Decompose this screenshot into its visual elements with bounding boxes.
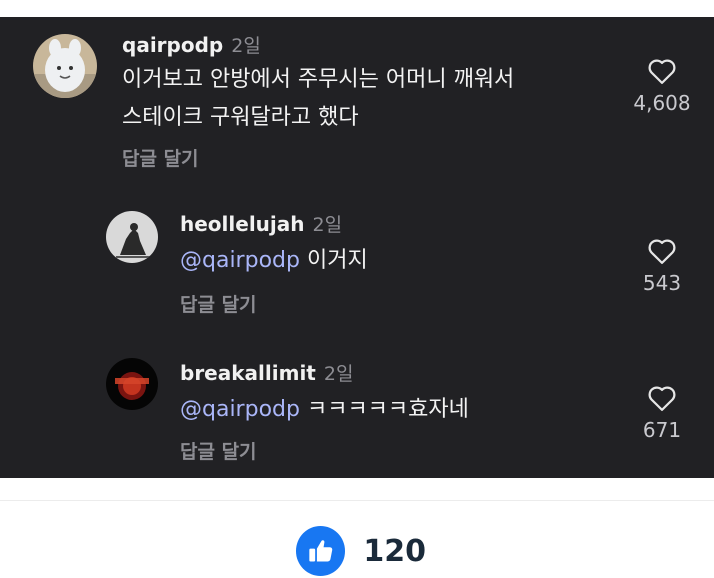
like-area: 543 [622,237,702,295]
like-count: 671 [642,418,682,442]
username-text[interactable]: qairpodp [122,33,223,57]
comment-text-line: 이거보고 안방에서 주무시는 어머니 깨워서 [122,67,515,92]
avatar[interactable] [106,211,158,263]
comment-text: @qairpodp 이거지 [180,242,368,280]
comment-text: @qairpodp ㅋㅋㅋㅋㅋ효자네 [180,391,469,429]
post-like-count: 120 [363,533,426,569]
like-count: 543 [642,271,682,295]
avatar[interactable] [33,34,97,98]
username-text[interactable]: heollelujah [180,212,305,236]
reply-button[interactable]: 답글 달기 [180,437,257,464]
reply-button[interactable]: 답글 달기 [122,144,199,171]
comment-text-body: ㅋㅋㅋㅋㅋ효자네 [299,397,469,422]
username-text[interactable]: breakallimit [180,361,316,385]
mention-link[interactable]: @qairpodp [180,397,300,422]
comment-text: 이거보고 안방에서 주무시는 어머니 깨워서 스테이크 구워달라고 했다 [122,61,514,137]
heart-icon[interactable] [647,384,677,412]
mention-link[interactable]: @qairpodp [180,248,300,273]
like-area: 4,608 [622,57,702,115]
avatar[interactable] [106,358,158,410]
comments-panel: qairpodp 2일 이거보고 안방에서 주무시는 어머니 깨워서 스테이크 구… [0,17,714,478]
comment-time: 2일 [323,363,354,385]
comment-time: 2일 [312,214,343,236]
heart-icon[interactable] [647,57,677,85]
comment-text-line: 스테이크 구워달라고 했다 [122,105,359,130]
post-like-button[interactable]: 120 [296,526,426,576]
comment-text-body: 이거지 [299,248,368,273]
thumbs-up-icon[interactable] [296,526,346,576]
like-count: 4,608 [633,91,691,115]
comment-time: 2일 [231,35,261,57]
username[interactable]: breakallimit 2일 [180,359,353,386]
username[interactable]: heollelujah 2일 [180,210,342,237]
divider [0,500,714,501]
like-area: 671 [622,384,702,442]
heart-icon[interactable] [647,237,677,265]
reply-button[interactable]: 답글 달기 [180,290,257,317]
username[interactable]: qairpodp 2일 [122,31,261,58]
